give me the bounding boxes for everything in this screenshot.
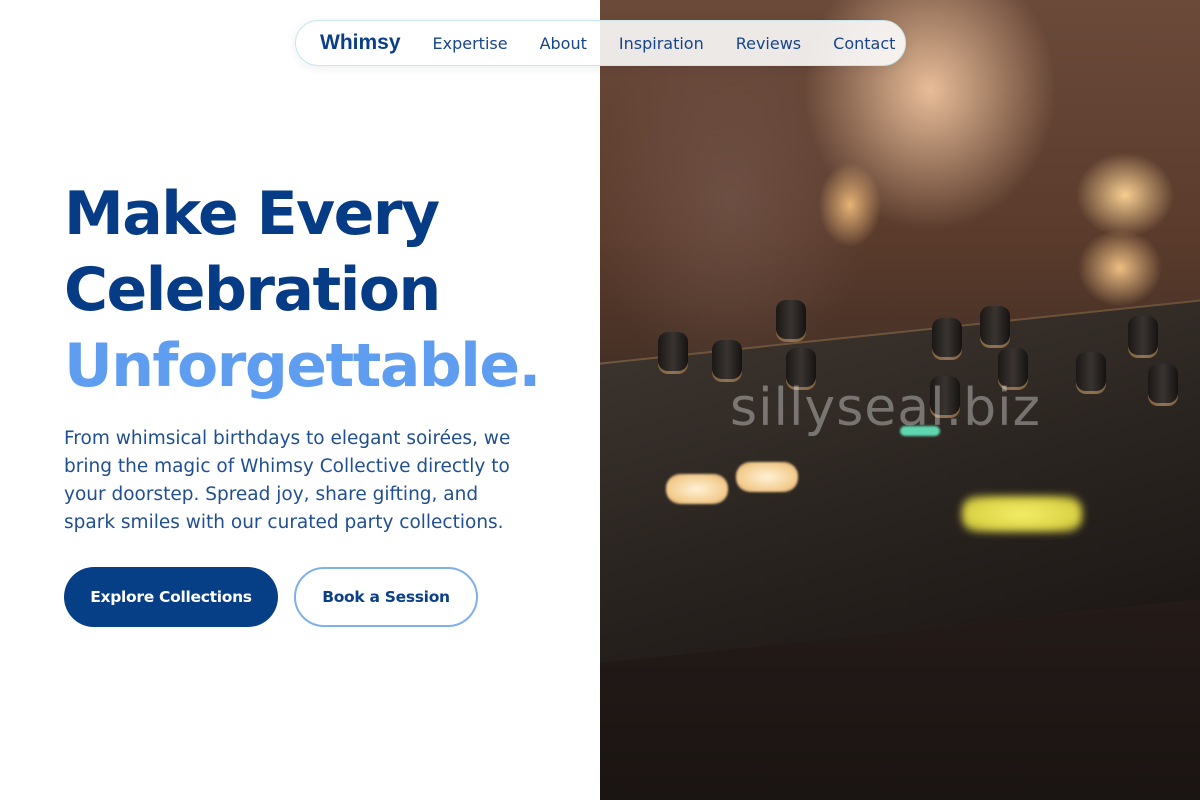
nav-link-reviews[interactable]: Reviews <box>736 34 801 53</box>
main-nav: Whimsy Expertise About Inspiration Revie… <box>295 20 906 66</box>
mixer-pad <box>736 462 798 492</box>
hero-description: From whimsical birthdays to elegant soir… <box>64 428 511 533</box>
hero-title-line-2: Celebration <box>64 255 441 325</box>
mixer-knob <box>658 332 688 374</box>
nav-link-contact[interactable]: Contact <box>833 34 895 53</box>
explore-collections-button[interactable]: Explore Collections <box>64 567 278 627</box>
nav-link-about[interactable]: About <box>540 34 587 53</box>
mixer-knob <box>1128 316 1158 358</box>
image-watermark: sillyseal.biz <box>730 378 1041 438</box>
nav-link-expertise[interactable]: Expertise <box>433 34 508 53</box>
book-session-button[interactable]: Book a Session <box>294 567 478 627</box>
mixer-pad <box>666 474 728 504</box>
mixer-knob <box>776 300 806 342</box>
hero-title-line-3: Unforgettable. <box>64 331 541 401</box>
mixer-knob <box>1076 352 1106 394</box>
mixer-knob <box>932 318 962 360</box>
mixer-knob <box>980 306 1010 348</box>
brand-logo[interactable]: Whimsy <box>320 31 401 55</box>
hero-title-line-1: Make Every <box>64 179 440 249</box>
mixer-knob <box>712 340 742 382</box>
mixer-knob <box>1148 364 1178 406</box>
nav-link-inspiration[interactable]: Inspiration <box>619 34 704 53</box>
mixer-pad-yellow <box>962 496 1082 532</box>
hero-photo: sillyseal.biz <box>600 0 1200 800</box>
